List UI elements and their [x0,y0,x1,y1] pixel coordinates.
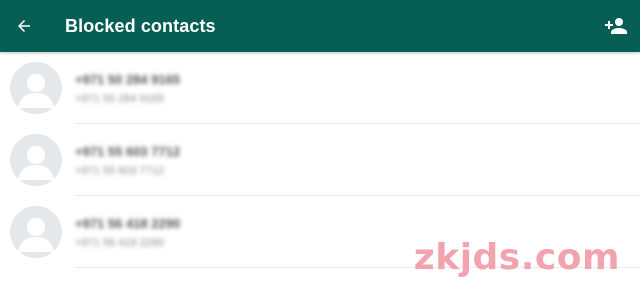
contact-subtitle: +971 55 603 7712 [75,164,165,177]
page-title: Blocked contacts [65,15,216,36]
default-avatar-icon [18,74,54,108]
contact-subtitle: +971 50 284 9165 [75,92,165,105]
default-avatar-icon [18,218,54,252]
add-blocked-contact-button[interactable] [592,0,640,52]
list-item[interactable]: +971 55 603 7712 +971 55 603 7712 [0,124,640,196]
blocked-contacts-list: +971 50 284 9165 +971 50 284 9165 +971 5… [0,52,640,268]
contact-subtitle: +971 56 418 2290 [75,236,165,249]
avatar [10,134,62,186]
list-item[interactable]: +971 50 284 9165 +971 50 284 9165 [0,52,640,124]
contact-name: +971 55 603 7712 [75,143,181,159]
avatar [10,206,62,258]
app-bar: Blocked contacts [0,0,640,52]
back-button[interactable] [0,0,48,52]
arrow-left-icon [18,20,30,32]
contact-name: +971 56 418 2290 [75,215,181,231]
add-contact-icon [605,18,627,34]
watermark: zkjds.com [413,237,620,278]
contact-name: +971 50 284 9165 [75,71,181,87]
default-avatar-icon [18,146,54,180]
avatar [10,62,62,114]
